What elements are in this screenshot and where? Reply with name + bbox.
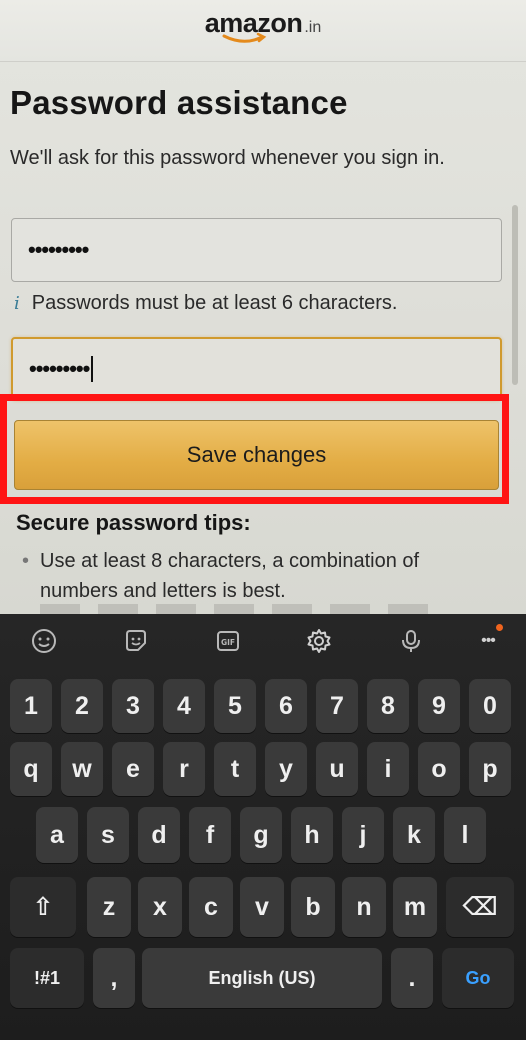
tip-text-cutoff: [40, 604, 440, 614]
space-bar[interactable]: English (US): [142, 948, 382, 1008]
key-k[interactable]: k: [393, 807, 435, 863]
sticker-icon[interactable]: [121, 626, 151, 656]
key-9[interactable]: 9: [418, 679, 460, 733]
key-g[interactable]: g: [240, 807, 282, 863]
key-a[interactable]: a: [36, 807, 78, 863]
site-header: amazon .in: [0, 0, 526, 62]
password-hint: i Passwords must be at least 6 character…: [14, 292, 397, 315]
settings-icon[interactable]: [304, 626, 334, 656]
microphone-icon[interactable]: [396, 626, 426, 656]
key-e[interactable]: e: [112, 742, 154, 796]
key-j[interactable]: j: [342, 807, 384, 863]
on-screen-keyboard: GIF ••• 1 2 3 4 5 6 7 8 9 0 q w e r t y …: [0, 614, 526, 1040]
new-password-field[interactable]: •••••••••: [11, 218, 502, 282]
key-l[interactable]: l: [444, 807, 486, 863]
key-n[interactable]: n: [342, 877, 386, 937]
tip-text: Use at least 8 characters, a combination…: [40, 550, 420, 602]
more-label: •••: [481, 632, 496, 649]
backspace-key[interactable]: ⌫: [446, 877, 514, 937]
key-v[interactable]: v: [240, 877, 284, 937]
confirm-password-value: •••••••••: [29, 356, 90, 381]
key-4[interactable]: 4: [163, 679, 205, 733]
tip-bullet: •: [22, 550, 30, 572]
period-key[interactable]: .: [391, 948, 433, 1008]
key-5[interactable]: 5: [214, 679, 256, 733]
hint-text: Passwords must be at least 6 characters.: [31, 292, 398, 314]
page-subtitle: We'll ask for this password whenever you…: [10, 147, 445, 169]
tips-title: Secure password tips:: [16, 510, 251, 535]
logo-smile-icon: [222, 32, 267, 43]
comma-key[interactable]: ,: [93, 948, 135, 1008]
key-u[interactable]: u: [316, 742, 358, 796]
key-r[interactable]: r: [163, 742, 205, 796]
info-icon: i: [14, 293, 20, 314]
key-f[interactable]: f: [189, 807, 231, 863]
key-i[interactable]: i: [367, 742, 409, 796]
gif-label: GIF: [221, 638, 235, 647]
web-page: amazon .in Password assistance We'll ask …: [0, 0, 526, 614]
key-p[interactable]: p: [469, 742, 511, 796]
key-8[interactable]: 8: [367, 679, 409, 733]
key-o[interactable]: o: [418, 742, 460, 796]
go-key[interactable]: Go: [442, 948, 514, 1008]
highlight-box: [0, 394, 509, 504]
gif-icon[interactable]: GIF: [213, 626, 243, 656]
shift-key[interactable]: ⇧: [10, 877, 76, 937]
key-b[interactable]: b: [291, 877, 335, 937]
key-q[interactable]: q: [10, 742, 52, 796]
emoji-icon[interactable]: [29, 626, 59, 656]
logo-tld: .in: [304, 19, 322, 36]
key-7[interactable]: 7: [316, 679, 358, 733]
key-c[interactable]: c: [189, 877, 233, 937]
confirm-password-field[interactable]: •••••••••: [11, 337, 502, 401]
symbols-key[interactable]: !#1: [10, 948, 84, 1008]
key-m[interactable]: m: [393, 877, 437, 937]
key-1[interactable]: 1: [10, 679, 52, 733]
key-w[interactable]: w: [61, 742, 103, 796]
new-password-value: •••••••••: [28, 237, 89, 262]
key-y[interactable]: y: [265, 742, 307, 796]
text-cursor: [91, 356, 94, 382]
key-s[interactable]: s: [87, 807, 129, 863]
key-x[interactable]: x: [138, 877, 182, 937]
key-d[interactable]: d: [138, 807, 180, 863]
keyboard-toolbar: GIF •••: [0, 614, 526, 668]
key-2[interactable]: 2: [61, 679, 103, 733]
key-t[interactable]: t: [214, 742, 256, 796]
key-3[interactable]: 3: [112, 679, 154, 733]
key-z[interactable]: z: [87, 877, 131, 937]
notification-dot: [496, 624, 503, 631]
page-title: Password assistance: [10, 84, 348, 121]
scrollbar[interactable]: [512, 205, 518, 385]
key-6[interactable]: 6: [265, 679, 307, 733]
key-0[interactable]: 0: [469, 679, 511, 733]
key-h[interactable]: h: [291, 807, 333, 863]
